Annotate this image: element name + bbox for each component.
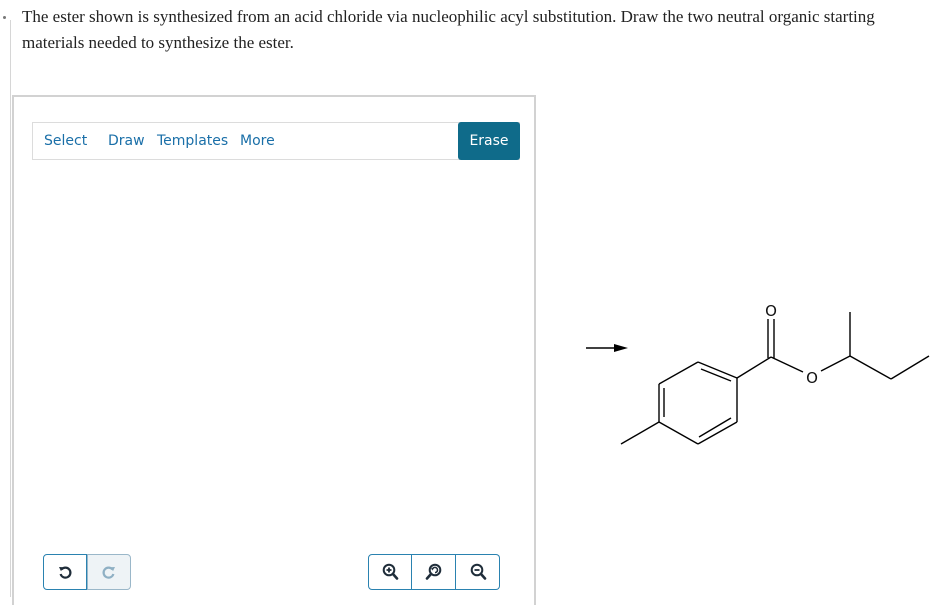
- reaction-arrow: [586, 344, 628, 352]
- more-tool[interactable]: More: [240, 123, 275, 159]
- drawing-canvas[interactable]: Select Draw Templates More Erase: [12, 95, 536, 605]
- templates-tool[interactable]: Templates: [157, 123, 228, 159]
- ch2-to-ch3-bond: [890, 355, 930, 380]
- ch-to-ch2-bond: [849, 355, 892, 380]
- undo-icon: [59, 566, 72, 579]
- zoom-reset-icon: [425, 563, 441, 580]
- left-margin-rule: [10, 20, 11, 597]
- erase-button[interactable]: Erase: [458, 122, 520, 160]
- margin-dot: [3, 16, 6, 19]
- zoom-in-button[interactable]: [368, 554, 412, 590]
- ester-structure: O O: [586, 302, 930, 445]
- zoom-reset-button[interactable]: [412, 554, 456, 590]
- oxygen-to-ch-bond: [820, 355, 851, 372]
- benzene-ring: [658, 361, 738, 445]
- zoom-out-icon: [470, 563, 486, 580]
- draw-tool[interactable]: Draw: [108, 123, 145, 159]
- zoom-out-button[interactable]: [456, 554, 500, 590]
- methyl-bond: [620, 421, 660, 445]
- carbonyl-oxygen-label: O: [765, 302, 777, 320]
- carbonyl-to-oxygen-bond: [770, 356, 804, 373]
- select-tool[interactable]: Select: [44, 123, 87, 159]
- question-text: The ester shown is synthesized from an a…: [22, 7, 875, 52]
- undo-button[interactable]: [43, 554, 87, 590]
- redo-icon: [102, 566, 115, 579]
- redo-button[interactable]: [87, 554, 131, 590]
- ester-oxygen-label: O: [806, 369, 818, 387]
- sketcher-toolbar: Select Draw Templates More Erase: [32, 122, 520, 160]
- ring-to-carbonyl-bond: [736, 356, 772, 379]
- zoom-in-icon: [382, 563, 399, 580]
